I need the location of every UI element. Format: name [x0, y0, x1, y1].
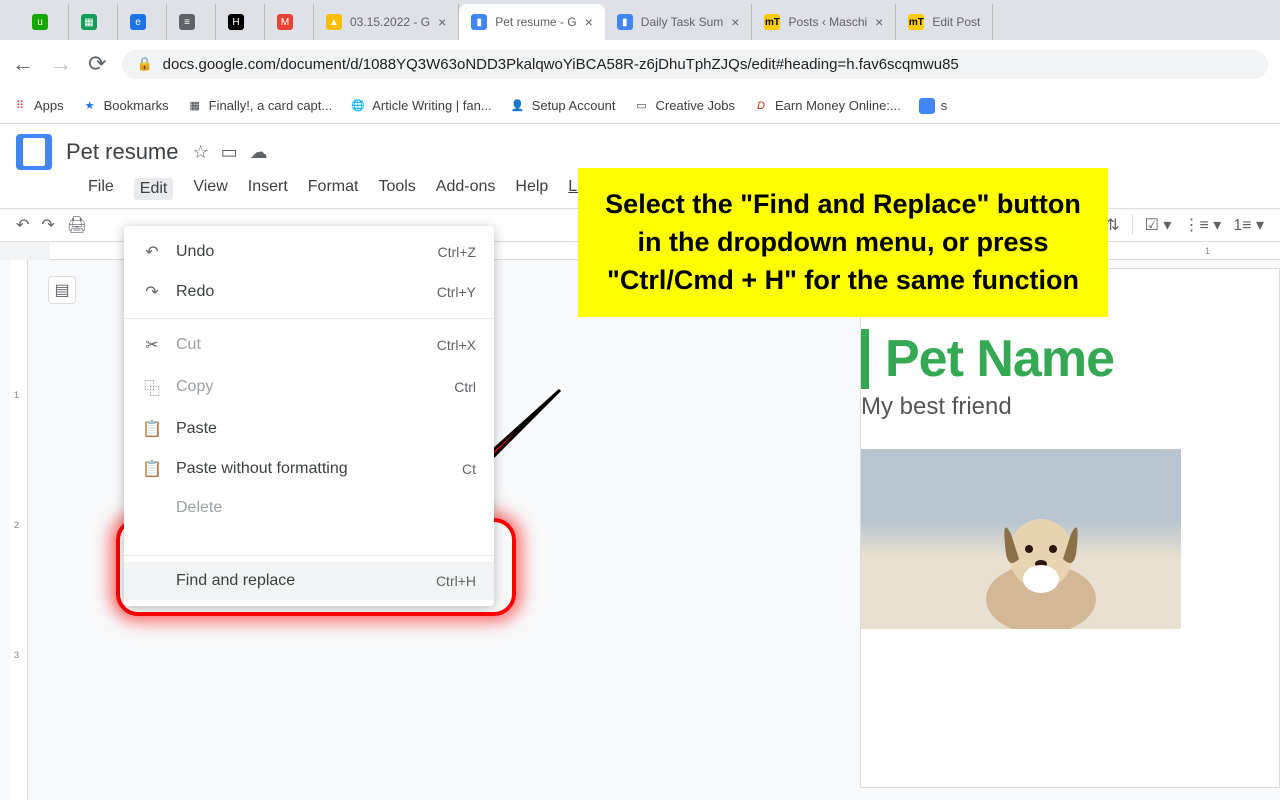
lock-icon: 🔒 — [136, 56, 152, 72]
document-page[interactable]: Pet Name My best friend — [860, 268, 1280, 788]
close-icon[interactable]: × — [438, 14, 446, 30]
line-spacing-button[interactable]: ⇅ — [1106, 215, 1119, 235]
page-heading: Pet Name — [885, 329, 1279, 389]
menu-view[interactable]: View — [193, 178, 227, 200]
undo-icon: ↶ — [142, 242, 162, 262]
tab-label: Edit Post — [932, 15, 980, 29]
cut-icon: ✂ — [142, 335, 162, 355]
instruction-callout: Select the "Find and Replace" button in … — [578, 168, 1108, 317]
menu-addons[interactable]: Add-ons — [436, 178, 496, 200]
star-icon[interactable]: ☆ — [193, 142, 209, 163]
tab-upwork[interactable]: u — [20, 4, 69, 40]
bookmark-creative[interactable]: ▭Creative Jobs — [634, 98, 735, 114]
tab-h[interactable]: H — [216, 4, 265, 40]
tab-label: Pet resume - G — [495, 15, 576, 29]
menu-item-delete[interactable]: Delete — [124, 489, 494, 527]
print-button[interactable]: 🖨 — [67, 215, 87, 235]
tab-posts[interactable]: mTPosts ‹ Maschi× — [752, 4, 896, 40]
bookmark-article[interactable]: 🌐Article Writing | fan... — [350, 98, 491, 114]
numbered-list-button[interactable]: 1≡ ▾ — [1233, 215, 1264, 235]
menu-item-copy[interactable]: ⿻ Copy Ctrl — [124, 365, 494, 409]
bookmark-earn[interactable]: DEarn Money Online:... — [753, 98, 901, 114]
menu-format[interactable]: Format — [308, 178, 359, 200]
address-bar: ← → ⟳ 🔒 docs.google.com/document/d/1088Y… — [0, 40, 1280, 88]
menu-tools[interactable]: Tools — [378, 178, 415, 200]
tab-label: 03.15.2022 - G — [350, 15, 430, 29]
cloud-icon[interactable]: ☁ — [250, 142, 268, 163]
bookmark-s[interactable]: s — [919, 98, 948, 114]
tab-pet-resume[interactable]: ▮Pet resume - G× — [459, 4, 605, 40]
paste-icon: 📋 — [142, 419, 162, 439]
paste-plain-icon: 📋 — [142, 459, 162, 479]
close-icon[interactable]: × — [875, 14, 883, 30]
menu-item-find-and-replace[interactable]: Find and replace Ctrl+H — [124, 562, 494, 600]
menu-item-cut[interactable]: ✂ Cut Ctrl+X — [124, 325, 494, 365]
tab-label: Daily Task Sum — [641, 15, 723, 29]
tab-generic1[interactable]: ≡ — [167, 4, 216, 40]
menu-insert[interactable]: Insert — [248, 178, 288, 200]
bulleted-list-button[interactable]: ⋮≡ ▾ — [1183, 215, 1221, 235]
menu-item-undo[interactable]: ↶ Undo Ctrl+Z — [124, 232, 494, 272]
pet-image — [861, 449, 1181, 629]
tab-sheets[interactable]: ▦ — [69, 4, 118, 40]
redo-icon: ↷ — [142, 282, 162, 302]
bookmarks-button[interactable]: ★Bookmarks — [82, 98, 169, 114]
vertical-ruler[interactable]: 1 2 3 — [10, 260, 28, 800]
redo-button[interactable]: ↷ — [41, 215, 54, 235]
close-icon[interactable]: × — [731, 14, 739, 30]
url-text: docs.google.com/document/d/1088YQ3W63oND… — [163, 56, 959, 73]
document-outline-button[interactable]: ▤ — [48, 276, 76, 304]
reload-button[interactable]: ⟳ — [88, 51, 106, 77]
bookmarks-bar: ⠿Apps ★Bookmarks ▦Finally!, a card capt.… — [0, 88, 1280, 124]
tab-drive[interactable]: ▲03.15.2022 - G× — [314, 4, 459, 40]
menu-edit[interactable]: Edit — [134, 178, 174, 200]
menu-item-paste[interactable]: 📋 Paste — [124, 409, 494, 449]
menu-item-paste-without-formatting[interactable]: 📋 Paste without formatting Ct — [124, 449, 494, 489]
bookmark-finally[interactable]: ▦Finally!, a card capt... — [187, 98, 333, 114]
menu-help[interactable]: Help — [515, 178, 548, 200]
tab-daily-task[interactable]: ▮Daily Task Sum× — [605, 4, 753, 40]
menu-file[interactable]: File — [88, 178, 114, 200]
tab-edit-post[interactable]: mTEdit Post — [896, 4, 993, 40]
tab-edge[interactable]: e — [118, 4, 167, 40]
move-icon[interactable]: ▭ — [221, 142, 238, 163]
browser-tab-strip: u ▦ e ≡ H M ▲03.15.2022 - G× ▮Pet resume… — [0, 0, 1280, 40]
close-icon[interactable]: × — [585, 14, 593, 30]
tab-gmail[interactable]: M — [265, 4, 314, 40]
tab-label: Posts ‹ Maschi — [788, 15, 867, 29]
bookmark-setup[interactable]: 👤Setup Account — [510, 98, 616, 114]
undo-button[interactable]: ↶ — [16, 215, 29, 235]
page-subheading: My best friend — [861, 393, 1279, 421]
edit-dropdown-menu: ↶ Undo Ctrl+Z ↷ Redo Ctrl+Y ✂ Cut Ctrl+X… — [124, 226, 494, 606]
document-title[interactable]: Pet resume — [66, 139, 179, 165]
menu-item-redo[interactable]: ↷ Redo Ctrl+Y — [124, 272, 494, 312]
checklist-button[interactable]: ☑ ▾ — [1145, 215, 1172, 235]
url-input[interactable]: 🔒 docs.google.com/document/d/1088YQ3W63o… — [122, 50, 1268, 79]
docs-logo-icon[interactable] — [16, 134, 52, 170]
apps-button[interactable]: ⠿Apps — [12, 98, 64, 114]
back-button[interactable]: ← — [12, 51, 34, 77]
copy-icon: ⿻ — [142, 375, 162, 399]
forward-button[interactable]: → — [50, 51, 72, 77]
